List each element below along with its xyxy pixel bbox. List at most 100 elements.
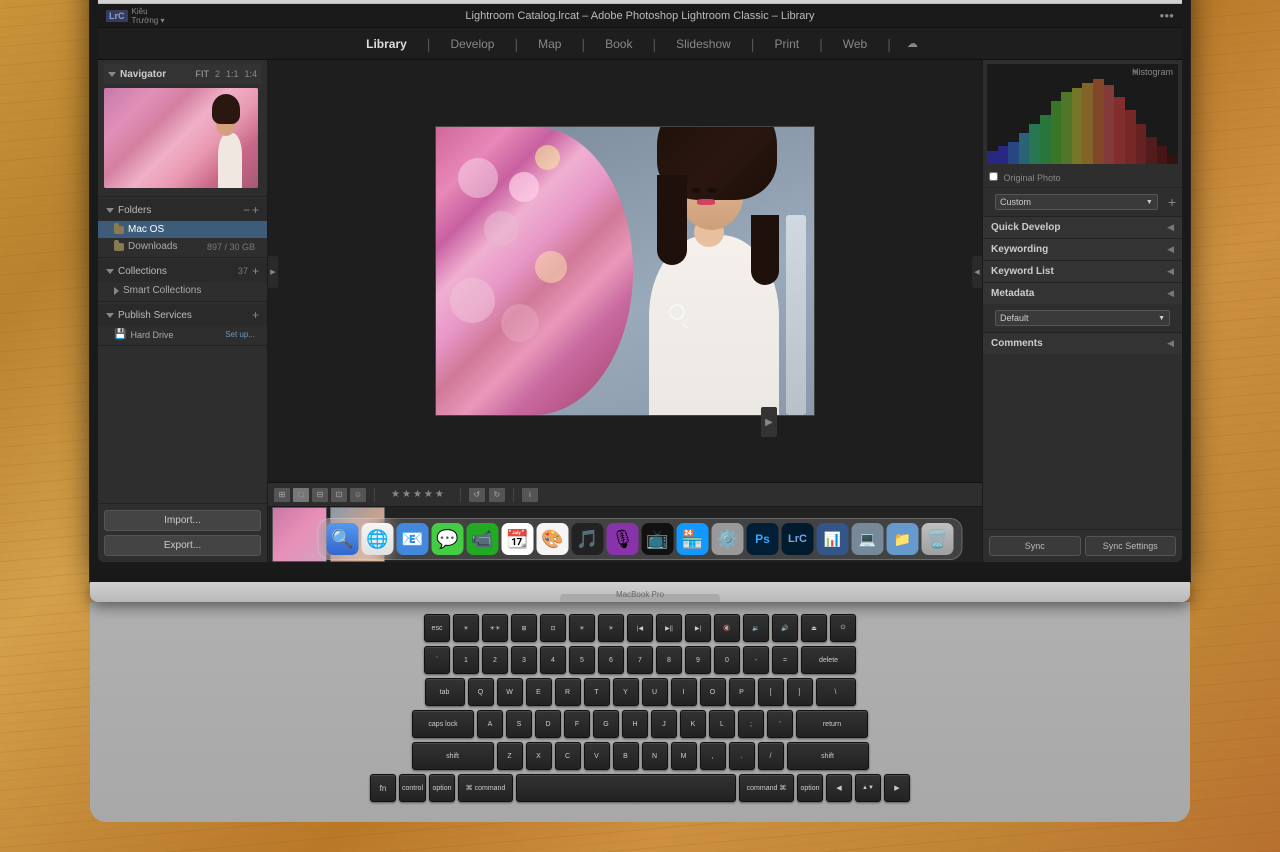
key-g[interactable]: G — [593, 710, 619, 738]
key-l[interactable]: L — [709, 710, 735, 738]
dock-mail[interactable]: 📧 — [397, 523, 429, 555]
key-x[interactable]: X — [526, 742, 552, 770]
import-button[interactable]: Import... — [104, 510, 261, 531]
key-8[interactable]: 8 — [656, 646, 682, 674]
key-f9[interactable]: ▶| — [685, 614, 711, 642]
dock-finder[interactable]: 🔍 — [327, 523, 359, 555]
key-1[interactable]: 1 — [453, 646, 479, 674]
left-panel-collapse-arrow[interactable]: ▶ — [268, 256, 278, 288]
key-j[interactable]: J — [651, 710, 677, 738]
key-backslash[interactable]: \ — [816, 678, 856, 706]
folder-macos[interactable]: Mac OS — [98, 221, 267, 238]
key-delete[interactable]: delete — [801, 646, 856, 674]
key-command-right[interactable]: command ⌘ — [739, 774, 794, 802]
key-k[interactable]: K — [680, 710, 706, 738]
key-f[interactable]: F — [564, 710, 590, 738]
key-f1[interactable]: ☀ — [453, 614, 479, 642]
key-option-left[interactable]: option — [429, 774, 455, 802]
dock-trash[interactable]: 🗑️ — [922, 523, 954, 555]
dock-photoshop[interactable]: Ps — [747, 523, 779, 555]
zoom-2[interactable]: 2 — [215, 69, 220, 79]
module-book[interactable]: Book — [601, 35, 636, 53]
key-7[interactable]: 7 — [627, 646, 653, 674]
key-o[interactable]: O — [700, 678, 726, 706]
key-backtick[interactable]: ` — [424, 646, 450, 674]
dock-appstore[interactable]: 🏪 — [677, 523, 709, 555]
folders-plus-btn[interactable]: + — [252, 203, 259, 217]
key-w[interactable]: W — [497, 678, 523, 706]
folders-minus-btn[interactable]: − — [243, 203, 250, 217]
right-panel-collapse-arrow[interactable]: ◀ — [972, 256, 982, 288]
survey-view-icon[interactable]: ⊡ — [331, 488, 347, 502]
dock-calendar[interactable]: 📆 — [502, 523, 534, 555]
dock-podcasts[interactable]: 🎙 — [607, 523, 639, 555]
zoom-fit[interactable]: FIT — [195, 69, 209, 79]
keyword-list-header[interactable]: Keyword List ◀ — [983, 261, 1182, 282]
quick-develop-header[interactable]: Quick Develop ◀ — [983, 217, 1182, 238]
sync-button[interactable]: Sync — [989, 536, 1081, 556]
key-control[interactable]: control — [399, 774, 426, 802]
plus-icon-develop[interactable]: + — [1168, 194, 1176, 210]
key-r[interactable]: R — [555, 678, 581, 706]
key-c[interactable]: C — [555, 742, 581, 770]
folders-header[interactable]: Folders − + — [98, 199, 267, 221]
key-shift-right[interactable]: shift — [787, 742, 869, 770]
dock-chrome[interactable]: 🌐 — [362, 523, 394, 555]
key-y[interactable]: Y — [613, 678, 639, 706]
key-eject[interactable]: ⏏ — [801, 614, 827, 642]
key-6[interactable]: 6 — [598, 646, 624, 674]
key-4[interactable]: 4 — [540, 646, 566, 674]
publish-plus-btn[interactable]: + — [252, 308, 259, 322]
key-t[interactable]: T — [584, 678, 610, 706]
key-i[interactable]: I — [671, 678, 697, 706]
star-3[interactable]: ★ — [413, 489, 422, 500]
star-1[interactable]: ★ — [391, 489, 400, 500]
key-esc[interactable]: esc — [424, 614, 450, 642]
key-f2[interactable]: ☀☀ — [482, 614, 508, 642]
rotate-right-icon[interactable]: ↻ — [489, 488, 505, 502]
dock-app15[interactable]: 📊 — [817, 523, 849, 555]
key-space[interactable] — [516, 774, 736, 802]
dock-finder2[interactable]: 📁 — [887, 523, 919, 555]
dock-music[interactable]: 🎵 — [572, 523, 604, 555]
module-web[interactable]: Web — [839, 35, 871, 53]
key-9[interactable]: 9 — [685, 646, 711, 674]
key-f10[interactable]: 🔇 — [714, 614, 740, 642]
key-v[interactable]: V — [584, 742, 610, 770]
key-b[interactable]: B — [613, 742, 639, 770]
key-fn[interactable]: fn — [370, 774, 396, 802]
key-semicolon[interactable]: ; — [738, 710, 764, 738]
collections-header[interactable]: Collections 37 + — [98, 260, 267, 282]
key-arrow-left[interactable]: ◀ — [826, 774, 852, 802]
key-2[interactable]: 2 — [482, 646, 508, 674]
key-q[interactable]: Q — [468, 678, 494, 706]
key-m[interactable]: M — [671, 742, 697, 770]
loupe-view-icon[interactable]: □ — [293, 488, 309, 502]
cloud-icon[interactable]: ☁ — [907, 37, 918, 50]
key-close-bracket[interactable]: ] — [787, 678, 813, 706]
key-z[interactable]: Z — [497, 742, 523, 770]
publish-harddrive[interactable]: 💾 Hard Drive Set up... — [98, 326, 267, 343]
zoom-1to4[interactable]: 1:4 — [244, 69, 257, 79]
module-print[interactable]: Print — [770, 35, 803, 53]
comments-header[interactable]: Comments ◀ — [983, 333, 1182, 354]
info-icon[interactable]: i — [522, 488, 538, 502]
star-5[interactable]: ★ — [435, 489, 444, 500]
key-open-bracket[interactable]: [ — [758, 678, 784, 706]
grid-view-icon[interactable]: ⊞ — [274, 488, 290, 502]
key-f5[interactable]: ☀ — [569, 614, 595, 642]
key-tab[interactable]: tab — [425, 678, 465, 706]
rotate-left-icon[interactable]: ↺ — [469, 488, 485, 502]
smart-collections[interactable]: Smart Collections — [98, 282, 267, 299]
export-button[interactable]: Export... — [104, 535, 261, 556]
star-4[interactable]: ★ — [424, 489, 433, 500]
key-f7[interactable]: |◀ — [627, 614, 653, 642]
develop-preset-select[interactable]: Custom ▼ — [995, 194, 1158, 210]
key-equals[interactable]: = — [772, 646, 798, 674]
key-arrow-updown[interactable]: ▲▼ — [855, 774, 881, 802]
key-0[interactable]: 0 — [714, 646, 740, 674]
collections-plus-btn[interactable]: + — [252, 264, 259, 278]
key-period[interactable]: . — [729, 742, 755, 770]
key-f3[interactable]: ⊞ — [511, 614, 537, 642]
histogram-menu-icon[interactable]: ▼ — [1131, 67, 1140, 77]
